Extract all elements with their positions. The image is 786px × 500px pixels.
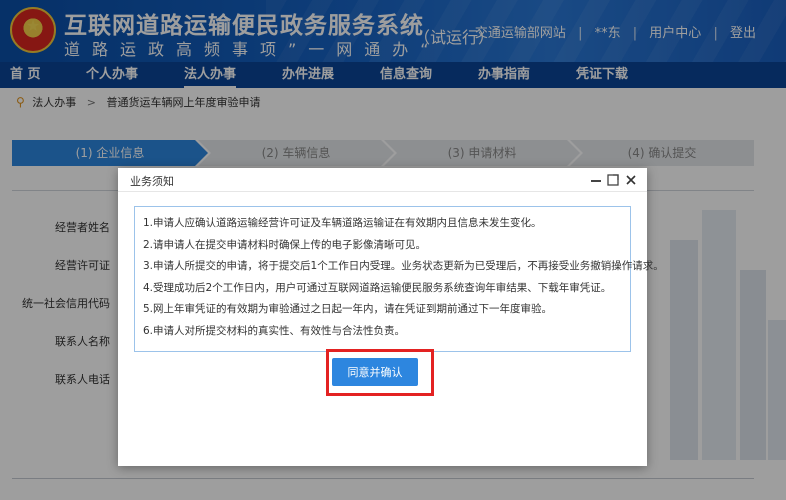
- dialog-header: 业务须知: [118, 168, 647, 192]
- dialog-title: 业务须知: [130, 175, 174, 188]
- notice-line: 2.请申请人在提交申请材料时确保上传的电子影像清晰可见。: [143, 238, 427, 251]
- notice-line: 6.申请人对所提交材料的真实性、有效性与合法性负责。: [143, 324, 406, 337]
- maximize-icon[interactable]: [605, 171, 621, 189]
- close-icon[interactable]: [623, 171, 639, 189]
- business-notice-dialog: 业务须知 1.申请人应确认道路运输经营许可证及车辆道路运输证在有效期内且信息未发…: [118, 168, 664, 466]
- minimize-icon[interactable]: [588, 171, 604, 189]
- notice-line: 5.网上年审凭证的有效期为审验通过之日起一年内，请在凭证到期前通过下一年度审验。: [143, 303, 553, 316]
- notice-content: 1.申请人应确认道路运输经营许可证及车辆道路运输证在有效期内且信息未发生变化。 …: [134, 206, 664, 352]
- notice-line: 3.申请人所提交的申请，将于提交后1个工作日内受理。业务状态更新为已受理后，不再…: [143, 260, 664, 273]
- agree-confirm-button[interactable]: 同意并确认: [332, 358, 418, 386]
- notice-line: 1.申请人应确认道路运输经营许可证及车辆道路运输证在有效期内且信息未发生变化。: [143, 217, 542, 229]
- notice-line: 4.受理成功后2个工作日内，用户可通过互联网道路运输便民服务系统查询年审结果、下…: [143, 281, 612, 294]
